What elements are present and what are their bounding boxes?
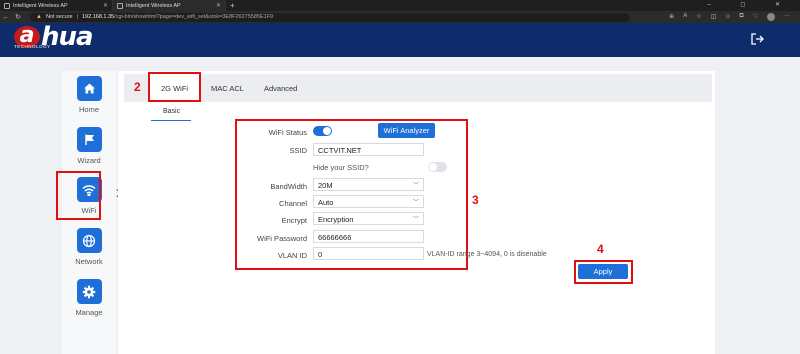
wifi-status-toggle[interactable]	[313, 126, 332, 136]
window-controls[interactable]: – ◻ ✕	[707, 1, 794, 8]
wifi-password-input[interactable]: 66666666	[313, 230, 424, 243]
tab-mac-acl[interactable]: MAC ACL	[211, 84, 244, 93]
browser-tab[interactable]: Intelligent Wireless AP ✕	[0, 0, 113, 11]
tab-2g-wifi[interactable]: 2G WiFi	[161, 84, 188, 93]
app-header: a hua TECHNOLOGY	[0, 23, 800, 57]
bandwidth-value: 20M	[318, 181, 333, 190]
logout-icon[interactable]	[750, 32, 764, 46]
subtab-underline	[151, 120, 191, 121]
split-screen-icon[interactable]: ◫	[711, 13, 717, 21]
profile-avatar[interactable]	[767, 13, 775, 21]
more-icon[interactable]: ···	[784, 13, 790, 21]
vlan-id-label: VLAN ID	[277, 251, 307, 260]
sidebar-item-home[interactable]: Home	[62, 76, 116, 114]
chevron-down-icon: ﹀	[412, 183, 419, 189]
logo-subtitle: TECHNOLOGY	[14, 44, 51, 49]
ssid-input[interactable]: CCTVIT.NET	[313, 143, 424, 156]
flag-icon	[76, 127, 102, 152]
chevron-down-icon: ﹀	[412, 200, 419, 206]
chevron-down-icon: ﹀	[412, 217, 419, 223]
reload-icon[interactable]: ↻	[12, 13, 24, 21]
sidebar-item-wizard[interactable]: Wizard	[62, 127, 116, 165]
back-icon[interactable]: ←	[0, 14, 12, 21]
ssid-label: SSID	[289, 146, 307, 155]
vlan-id-hint: VLAN-ID range 3~4094, 0 is disenable	[427, 251, 547, 258]
close-icon[interactable]: ✕	[103, 2, 108, 9]
annotation-marker-3: 3	[472, 193, 479, 207]
sidebar-item-label: Home	[78, 105, 99, 114]
encrypt-label: Encrypt	[281, 216, 307, 225]
tab-advanced[interactable]: Advanced	[264, 84, 297, 93]
hide-ssid-label: Hide your SSID?	[313, 163, 369, 172]
encrypt-select[interactable]: Encryption ﹀	[313, 212, 424, 225]
browser-tab-title: Intelligent Wireless AP	[126, 2, 181, 9]
url-divider: |	[76, 14, 78, 20]
highlight-box-wifi	[56, 171, 101, 220]
url-host: 192.168.1.35	[82, 14, 115, 20]
browser-tab-active[interactable]: Intelligent Wireless AP ✕	[113, 0, 226, 11]
vlan-id-input[interactable]: 0	[313, 247, 424, 260]
channel-value: Auto	[318, 198, 334, 207]
apply-button[interactable]: Apply	[578, 264, 628, 279]
annotation-marker-4: 4	[597, 242, 604, 256]
hide-ssid-toggle[interactable]	[428, 162, 447, 172]
wifi-status-label: WiFi Status	[268, 128, 307, 137]
wifi-password-label: WiFi Password	[256, 234, 307, 243]
read-aloud-icon[interactable]: A	[683, 13, 687, 21]
page-icon	[4, 2, 10, 9]
url-field[interactable]: ▲ Not secure | 192.168.1.35/cgi-bin/show…	[30, 12, 630, 22]
sidebar-item-label: Wizard	[77, 156, 101, 165]
encrypt-value: Encryption	[318, 215, 354, 224]
bandwidth-label: BandWidth	[270, 182, 307, 191]
browser-tab-bar: Intelligent Wireless AP ✕ Intelligent Wi…	[0, 0, 800, 11]
warning-icon: ▲	[36, 14, 42, 20]
browser-toolbar: ⊕ A ☆ ◫ ✩ ⧉ ♡ ···	[669, 13, 800, 21]
home-icon	[76, 76, 102, 101]
new-tab-button[interactable]: +	[230, 1, 235, 10]
sidebar-item-label: Network	[75, 257, 103, 266]
address-bar-row: ← ↻ ▲ Not secure | 192.168.1.35/cgi-bin/…	[0, 11, 800, 23]
zoom-icon[interactable]: ⊕	[669, 13, 674, 21]
url-path: /cgi-bin/showhtml?page=dev_wifi_set&stok…	[114, 14, 274, 20]
page-icon	[117, 2, 123, 9]
sidebar-item-label: Manage	[75, 308, 103, 317]
browser-tab-title: Intelligent Wireless AP	[13, 2, 68, 9]
subtab-basic[interactable]: Basic	[163, 108, 180, 115]
gear-icon	[76, 279, 102, 304]
sidebar-item-network[interactable]: Network	[62, 228, 116, 266]
channel-label: Channel	[279, 199, 307, 208]
collections-icon[interactable]: ⧉	[739, 13, 743, 21]
annotation-marker-2: 2	[134, 80, 141, 94]
sidebar-item-manage[interactable]: Manage	[62, 279, 116, 317]
not-secure-label: Not secure	[45, 14, 73, 20]
close-icon[interactable]: ✕	[216, 2, 221, 9]
favorites-icon[interactable]: ✩	[725, 13, 730, 21]
globe-icon	[76, 228, 102, 253]
favorite-icon[interactable]: ☆	[696, 13, 701, 21]
bandwidth-select[interactable]: 20M ﹀	[313, 178, 424, 191]
wifi-analyzer-button[interactable]: WiFi Analyzer	[378, 123, 435, 138]
channel-select[interactable]: Auto ﹀	[313, 195, 424, 208]
extensions-icon[interactable]: ♡	[753, 13, 758, 21]
